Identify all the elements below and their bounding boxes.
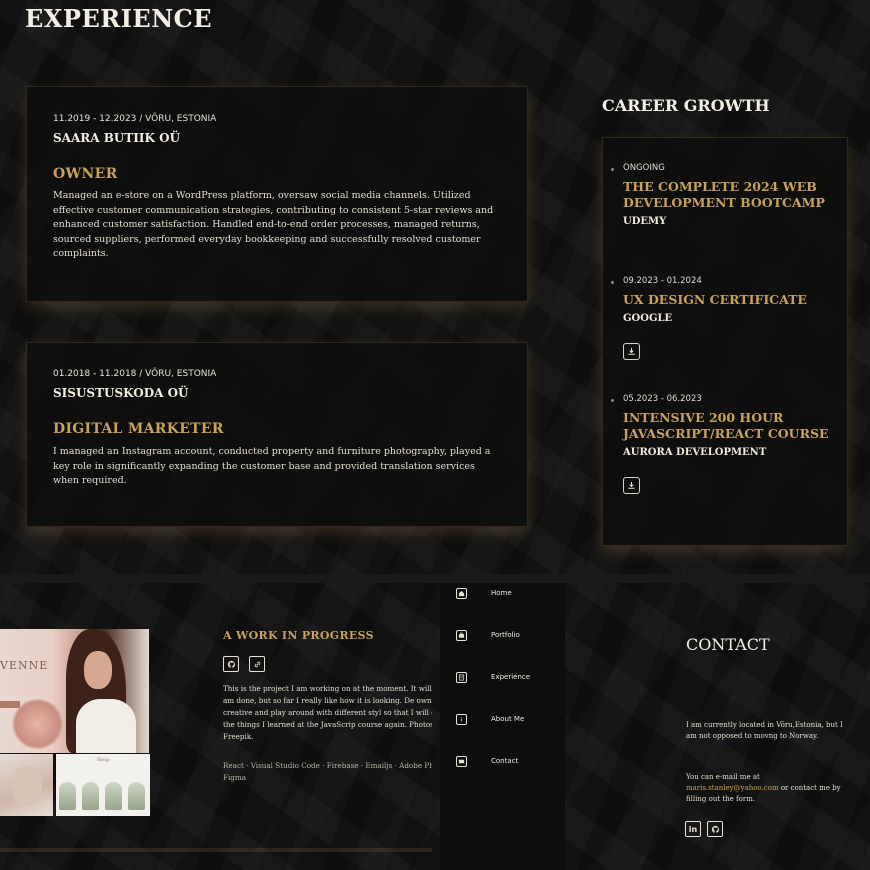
portfolio-icon [456,629,467,641]
image-shop-label: Shop [96,757,110,763]
nav-label: Experience [491,673,531,681]
career-issuer: GOOGLE [623,313,673,324]
career-item: 09.2023 - 01.2024 UX DESIGN CERTIFICATE … [611,276,843,324]
career-item: ONGOING THE COMPLETE 2024 WEB DEVELOPMEN… [611,163,843,227]
job-card: 11.2019 - 12.2023 / VÕRU, ESTONIA SAARA … [26,86,528,302]
career-growth-card: ONGOING THE COMPLETE 2024 WEB DEVELOPMEN… [602,137,848,546]
job-description: Managed an e-store on a WordPress platfo… [53,190,494,259]
job-date-location: 01.2018 - 11.2018 / VÕRU, ESTONIA [53,369,217,379]
project-panel: VENNE Shop A WORK IN PROGRESS This is th… [0,583,432,870]
career-item: 05.2023 - 06.2023 INTENSIVE 200 HOUR JAV… [611,394,843,458]
nav-item-contact[interactable]: Contact [456,753,561,769]
career-issuer: UDEMY [623,216,667,227]
home-icon [456,587,467,599]
nav-label: About Me [491,715,525,723]
linkedin-link[interactable]: in [685,821,701,837]
project-screenshot-main[interactable]: VENNE [0,629,149,753]
project-description: This is the project I am working on at t… [223,684,432,741]
timeline-dot [611,168,614,171]
job-company: SAARA BUTIIK OÜ [53,131,181,145]
nav-item-home[interactable]: Home [456,585,561,601]
email-link[interactable]: maris.stanley@yahoo.com [686,784,779,792]
career-date: 09.2023 - 01.2024 [623,276,702,286]
live-site-link[interactable] [249,656,265,672]
project-screenshot-shop[interactable]: Shop [56,754,150,816]
project-title: A WORK IN PROGRESS [223,629,374,642]
nav-item-experience[interactable]: Experience [456,669,561,685]
email-prefix: You can e-mail me at [686,773,760,781]
career-title: UX DESIGN CERTIFICATE [623,292,807,307]
project-screenshot-thumb[interactable] [0,754,53,816]
contact-email-text: You can e-mail me at maris.stanley@yahoo… [686,772,846,805]
project-tech-stack: React · Visual Studio Code · Firebase · … [223,761,432,782]
bottom-glow [0,848,432,852]
career-issuer: AURORA DEVELOPMENT [623,447,767,458]
timeline-dot [611,281,614,284]
nav-label: Contact [491,757,519,765]
nav-item-portfolio[interactable]: Portfolio [456,627,561,643]
contact-location-text: I am currently located in Võru,Estonia, … [686,721,843,740]
career-date: ONGOING [623,163,665,173]
contact-heading: CONTACT [686,635,770,654]
section-divider [0,574,870,583]
nav-item-about-me[interactable]: About Me [456,711,561,727]
experience-icon [456,671,467,683]
github-icon [711,825,719,833]
download-certificate-button[interactable] [623,343,640,360]
github-icon [227,660,235,668]
info-icon [456,713,467,725]
link-icon [254,661,260,667]
career-title: INTENSIVE 200 HOUR JAVASCRIPT/REACT COUR… [623,410,829,441]
github-profile-link[interactable] [707,821,723,837]
job-card: 01.2018 - 11.2018 / VÕRU, ESTONIA SISUST… [26,342,528,527]
job-description: I managed an Instagram account, conducte… [53,446,491,486]
career-title: THE COMPLETE 2024 WEB DEVELOPMENT BOOTCA… [623,179,825,210]
mail-icon [456,755,467,767]
experience-heading: EXPERIENCE [25,4,213,33]
career-growth-heading: CAREER GROWTH [602,96,770,115]
side-navigation: Home Portfolio Experience About Me Conta… [440,583,565,870]
job-title: OWNER [53,166,118,182]
download-icon [628,481,635,489]
github-link[interactable] [223,656,239,672]
job-title: DIGITAL MARKETER [53,421,224,437]
contact-section: CONTACT I am currently located in Võru,E… [565,583,870,870]
linkedin-icon: in [688,824,698,834]
image-watermark: VENNE [0,659,49,672]
nav-label: Home [491,589,512,597]
timeline-dot [611,399,614,402]
download-icon [628,347,635,355]
job-company: SISUSTUSKODA OÜ [53,386,189,400]
job-date-location: 11.2019 - 12.2023 / VÕRU, ESTONIA [53,114,217,124]
career-date: 05.2023 - 06.2023 [623,394,702,404]
nav-label: Portfolio [491,631,520,639]
download-certificate-button[interactable] [623,477,640,494]
